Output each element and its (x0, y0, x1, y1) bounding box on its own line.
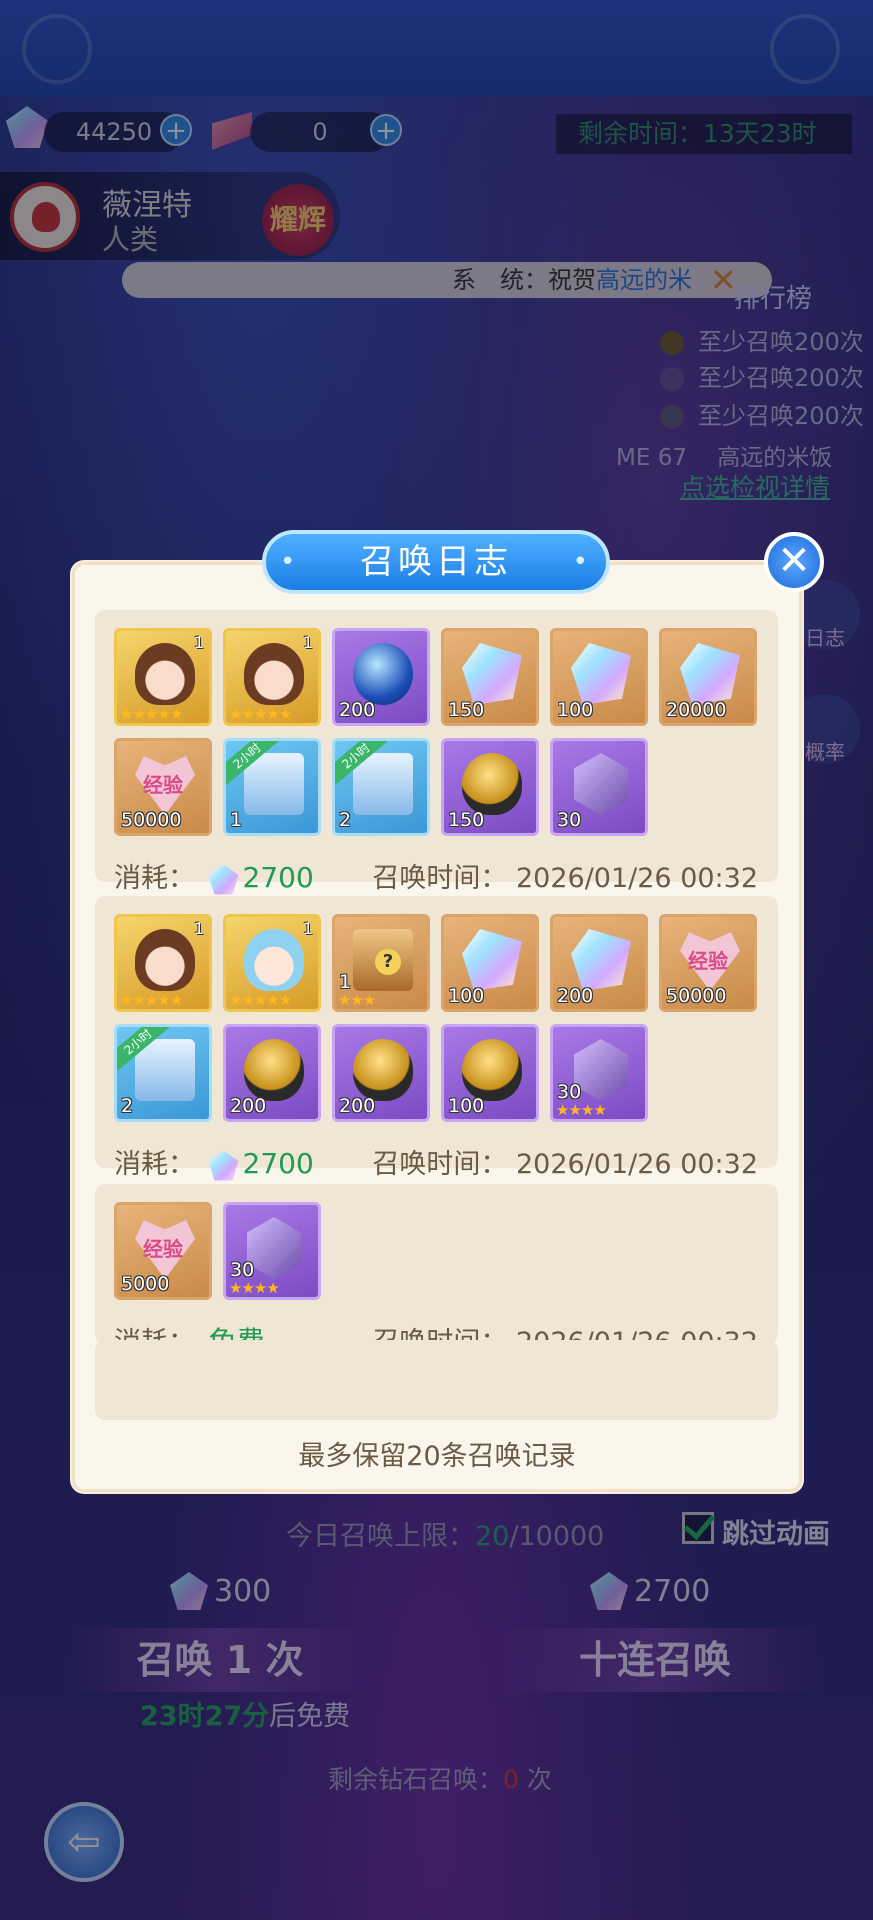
reward-item[interactable]: 200 (550, 914, 648, 1012)
star-rating: ★★★★ (229, 1279, 280, 1297)
record-cost: 消耗： 2700 (114, 1142, 314, 1181)
reward-item[interactable]: 2小时 2 (332, 738, 430, 836)
cost-value: 2700 (242, 861, 314, 894)
golden-egg-icon (462, 753, 522, 815)
reward-item[interactable]: 200 (332, 1024, 430, 1122)
reward-item[interactable]: 150 (441, 738, 539, 836)
exp-label: 经验 (143, 1237, 183, 1261)
item-quantity: 100 (448, 1095, 485, 1117)
diamond-icon (208, 864, 239, 895)
summon-record: 1 ★★★★★ 1 ★★★★★? 1 ★★★ 100 200 经验 50000 2小时 2 200 200… (95, 896, 778, 1181)
cost-label: 消耗： (114, 1149, 209, 1180)
crystal-orb-icon (353, 643, 413, 705)
reward-item[interactable]: 30 ★★★★ (550, 1024, 648, 1122)
soul-cube-icon (574, 753, 628, 815)
reward-item[interactable]: ? 1 ★★★ (332, 914, 430, 1012)
diamond-icon (462, 643, 522, 705)
item-quantity: 150 (448, 699, 485, 721)
cost-value: 2700 (242, 1147, 314, 1180)
item-quantity: 30 (557, 809, 582, 831)
summon-time: 召唤时间： 2026/01/26 00:32 (372, 1149, 758, 1180)
reward-item[interactable]: 2小时 2 (114, 1024, 212, 1122)
reward-item[interactable]: 100 (441, 914, 539, 1012)
empty-record-slot (95, 1340, 778, 1420)
reward-item[interactable]: 20000 (659, 628, 757, 726)
item-quantity: 5000 (121, 1273, 170, 1295)
item-quantity: 200 (339, 1095, 376, 1117)
reward-item[interactable]: 100 (550, 628, 648, 726)
item-quantity: 50000 (666, 985, 727, 1007)
item-quantity: 200 (339, 699, 376, 721)
item-quantity: 200 (557, 985, 594, 1007)
star-rating: ★★★★ (556, 1101, 607, 1119)
item-quantity: 20000 (666, 699, 727, 721)
summon-time: 召唤时间： 2026/01/26 00:32 (372, 863, 758, 894)
item-level: 1 (302, 919, 313, 938)
dialog-title: 召唤日志 (262, 530, 610, 594)
diamond-icon (208, 1150, 239, 1181)
item-quantity: 2 (121, 1095, 134, 1117)
dialog-close-button[interactable]: ✕ (764, 532, 824, 592)
item-quantity: 1 (339, 971, 352, 993)
item-quantity: 100 (448, 985, 485, 1007)
character-portrait-blue-icon (244, 929, 304, 991)
item-quantity: 30 (230, 1259, 255, 1281)
golden-egg-icon (462, 1039, 522, 1101)
item-quantity: 150 (448, 809, 485, 831)
record-cost: 消耗： 2700 (114, 856, 314, 895)
diamond-icon (680, 643, 740, 705)
item-level: 1 (302, 633, 313, 652)
character-portrait-icon (135, 929, 195, 991)
golden-egg-icon (244, 1039, 304, 1101)
reward-item[interactable]: 1 ★★★★★ (223, 914, 321, 1012)
reward-item[interactable]: 经验 50000 (114, 738, 212, 836)
reward-item[interactable]: 200 (223, 1024, 321, 1122)
item-level: 1 (193, 633, 204, 652)
exp-label: 经验 (688, 949, 728, 973)
item-quantity: 50000 (121, 809, 182, 831)
reward-item[interactable]: 30 (550, 738, 648, 836)
exp-label: 经验 (143, 773, 183, 797)
record-limit-note: 最多保留20条召唤记录 (298, 1441, 576, 1472)
question-mark-icon: ? (375, 949, 401, 975)
reward-item[interactable]: 30 ★★★★ (223, 1202, 321, 1300)
reward-item[interactable]: 经验 5000 (114, 1202, 212, 1300)
reward-item[interactable]: 1 ★★★★★ (223, 628, 321, 726)
reward-item[interactable]: 2小时 1 (223, 738, 321, 836)
reward-item[interactable]: 1 ★★★★★ (114, 628, 212, 726)
item-quantity: 2 (339, 809, 352, 831)
diamond-icon (571, 929, 631, 991)
character-portrait-icon (135, 643, 195, 705)
reward-item[interactable]: 200 (332, 628, 430, 726)
summon-record: 1 ★★★★★ 1 ★★★★★ 200 150 100 20000 经验 50000 2小时 1 2小时… (95, 610, 778, 895)
reward-item[interactable]: 100 (441, 1024, 539, 1122)
golden-egg-icon (353, 1039, 413, 1101)
reward-item[interactable]: 150 (441, 628, 539, 726)
reward-item[interactable]: 经验 50000 (659, 914, 757, 1012)
diamond-icon (571, 643, 631, 705)
reward-item[interactable]: 1 ★★★★★ (114, 914, 212, 1012)
cost-label: 消耗： (114, 863, 209, 894)
item-quantity: 200 (230, 1095, 267, 1117)
item-quantity: 1 (230, 809, 243, 831)
star-rating: ★★★★★ (120, 991, 183, 1009)
character-portrait-icon (244, 643, 304, 705)
star-rating: ★★★★★ (229, 991, 292, 1009)
diamond-icon (462, 929, 522, 991)
item-quantity: 100 (557, 699, 594, 721)
star-rating: ★★★★★ (120, 705, 183, 723)
summon-record: 经验500030★★★★消耗： 免费召唤时间： 2026/01/26 00:32 (95, 1184, 778, 1358)
star-rating: ★★★ (338, 991, 376, 1009)
item-level: 1 (193, 919, 204, 938)
star-rating: ★★★★★ (229, 705, 292, 723)
item-quantity: 30 (557, 1081, 582, 1103)
